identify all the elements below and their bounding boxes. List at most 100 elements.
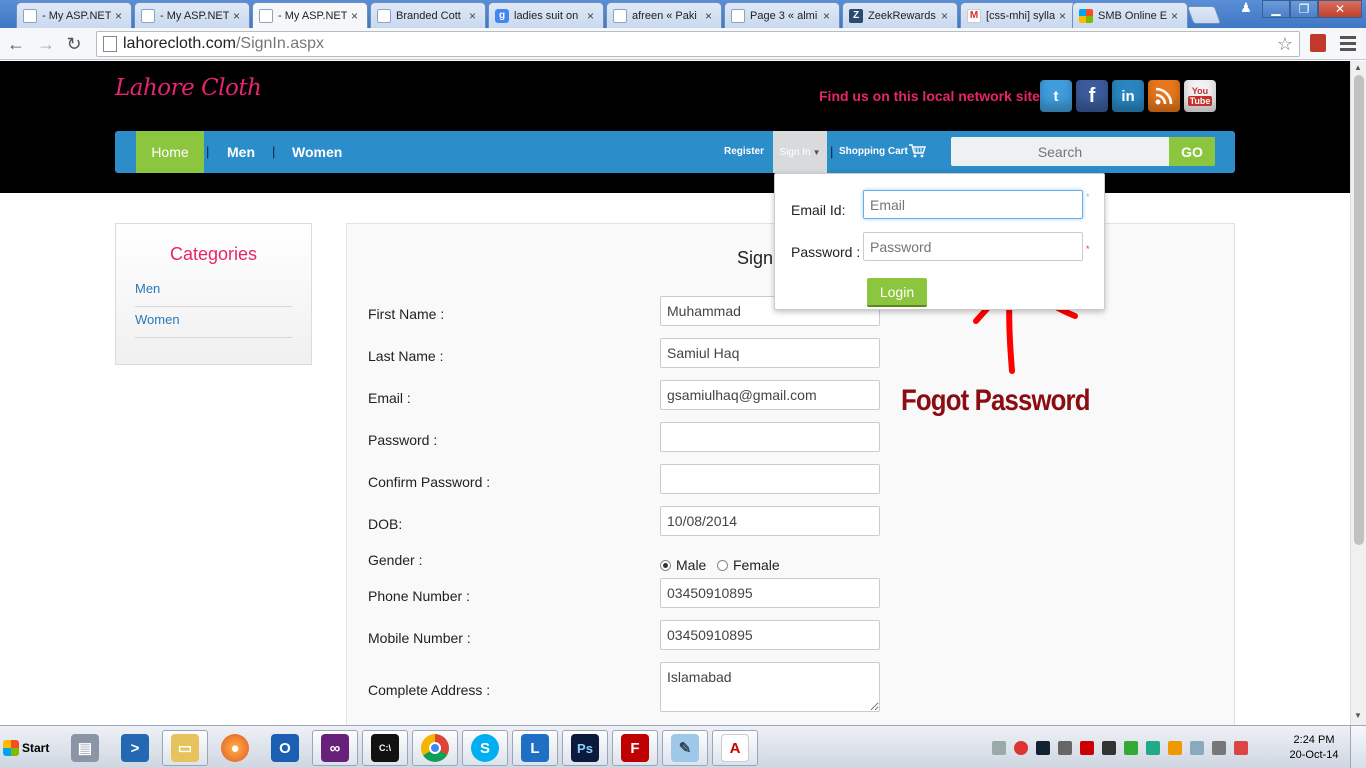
- cart-icon[interactable]: [908, 143, 926, 163]
- mobile-field[interactable]: [660, 620, 880, 650]
- cloud-icon[interactable]: [992, 741, 1006, 755]
- gender-female-radio[interactable]: [717, 560, 728, 571]
- page-scrollbar[interactable]: ▲ ▼: [1350, 61, 1366, 725]
- server-manager-icon[interactable]: ▤: [62, 730, 108, 766]
- close-icon[interactable]: ×: [705, 9, 715, 23]
- user-icon[interactable]: ♟: [1236, 0, 1256, 18]
- network-icon[interactable]: [1190, 741, 1204, 755]
- popup-password-input[interactable]: [863, 232, 1083, 261]
- browser-tab[interactable]: g ladies suit on ×: [488, 2, 604, 28]
- nav-men[interactable]: Men: [227, 144, 255, 160]
- acrobat-tray-icon[interactable]: [1080, 741, 1094, 755]
- site-logo[interactable]: Lahore Cloth: [115, 75, 262, 101]
- address-bar[interactable]: lahorecloth.com/SignIn.aspx ☆: [96, 31, 1300, 57]
- close-icon[interactable]: ×: [115, 9, 125, 23]
- back-icon[interactable]: ←: [4, 32, 28, 56]
- restore-icon[interactable]: ❐: [1290, 0, 1318, 18]
- sql-icon[interactable]: [1102, 741, 1116, 755]
- caret-down-icon: ▼: [812, 147, 821, 157]
- popup-email-input[interactable]: [863, 190, 1083, 219]
- confirm-password-label: Confirm Password :: [368, 474, 491, 490]
- checkmark-icon[interactable]: [1124, 741, 1138, 755]
- close-icon[interactable]: ×: [587, 9, 597, 23]
- category-link-men[interactable]: Men: [135, 277, 292, 307]
- password-field[interactable]: [660, 422, 880, 452]
- skype-icon[interactable]: S: [462, 730, 508, 766]
- browser-tab[interactable]: - My ASP.NET ×: [134, 2, 250, 28]
- login-button[interactable]: Login: [867, 278, 927, 307]
- browser-tab[interactable]: SMB Online E ×: [1072, 2, 1188, 28]
- browser-tab[interactable]: Branded Cott ×: [370, 2, 486, 28]
- clock[interactable]: 2:24 PM 20-Oct-14: [1286, 733, 1342, 763]
- search-go-button[interactable]: GO: [1169, 137, 1215, 166]
- file-explorer-icon[interactable]: ▭: [162, 730, 208, 766]
- close-icon[interactable]: ×: [469, 9, 479, 23]
- lync-icon[interactable]: L: [512, 730, 558, 766]
- window-close-icon[interactable]: ✕: [1318, 0, 1362, 18]
- mobile-label: Mobile Number :: [368, 630, 471, 646]
- firefox-icon[interactable]: ●: [212, 730, 258, 766]
- rss-icon[interactable]: [1148, 80, 1180, 112]
- browser-tab[interactable]: afreen « Paki ×: [606, 2, 722, 28]
- bookmark-star-icon[interactable]: ☆: [1277, 34, 1293, 55]
- notepad-icon[interactable]: ✎: [662, 730, 708, 766]
- search-input[interactable]: [951, 137, 1169, 166]
- reload-icon[interactable]: ↻: [62, 32, 86, 56]
- close-icon[interactable]: ×: [233, 9, 243, 23]
- browser-tab[interactable]: Z ZeekRewards ×: [842, 2, 958, 28]
- close-icon[interactable]: ×: [1171, 9, 1181, 23]
- chrome-icon[interactable]: [412, 730, 458, 766]
- volume-icon[interactable]: [1212, 741, 1226, 755]
- phone-field[interactable]: [660, 578, 880, 608]
- nav-home[interactable]: Home: [136, 131, 204, 173]
- outlook-icon[interactable]: O: [262, 730, 308, 766]
- forward-icon[interactable]: →: [34, 32, 58, 56]
- command-prompt-icon[interactable]: C:\: [362, 730, 408, 766]
- address-field[interactable]: Islamabad: [660, 662, 880, 712]
- last-name-field[interactable]: [660, 338, 880, 368]
- youtube-icon[interactable]: You Tube: [1184, 80, 1216, 112]
- extension-icon[interactable]: [1310, 34, 1326, 52]
- twitter-icon[interactable]: t: [1040, 80, 1072, 112]
- start-button[interactable]: Start: [3, 736, 53, 760]
- nav-sign-in[interactable]: Sign In ▼: [773, 131, 827, 173]
- visual-studio-icon[interactable]: ∞: [312, 730, 358, 766]
- close-icon[interactable]: ×: [823, 9, 833, 23]
- powershell-icon[interactable]: >: [112, 730, 158, 766]
- menu-icon[interactable]: [1340, 36, 1356, 54]
- dob-field[interactable]: [660, 506, 880, 536]
- nav-women[interactable]: Women: [292, 144, 342, 160]
- linkedin-icon[interactable]: in: [1112, 80, 1144, 112]
- close-icon[interactable]: ×: [1059, 9, 1069, 23]
- scroll-up-icon[interactable]: ▲: [1354, 63, 1362, 72]
- close-icon[interactable]: ×: [941, 9, 951, 23]
- printer-icon[interactable]: [1058, 741, 1072, 755]
- scrollbar-thumb[interactable]: [1354, 75, 1364, 545]
- category-link-women[interactable]: Women: [135, 308, 292, 338]
- confirm-password-field[interactable]: [660, 464, 880, 494]
- scroll-down-icon[interactable]: ▼: [1354, 711, 1362, 720]
- email-field[interactable]: [660, 380, 880, 410]
- update-icon[interactable]: [1168, 741, 1182, 755]
- browser-tab[interactable]: - My ASP.NET ×: [16, 2, 132, 28]
- minimize-icon[interactable]: ▁: [1262, 0, 1290, 18]
- security-icon[interactable]: [1014, 741, 1028, 755]
- download-icon[interactable]: [1146, 741, 1160, 755]
- browser-tab-active[interactable]: - My ASP.NET ×: [252, 2, 368, 29]
- filezilla-icon[interactable]: F: [612, 730, 658, 766]
- acrobat-icon[interactable]: A: [712, 730, 758, 766]
- photoshop-icon[interactable]: Ps: [562, 730, 608, 766]
- gender-male-radio[interactable]: [660, 560, 671, 571]
- facebook-icon[interactable]: f: [1076, 80, 1108, 112]
- monitor-icon[interactable]: [1036, 741, 1050, 755]
- browser-tab[interactable]: M [css-mhi] sylla ×: [960, 2, 1076, 28]
- action-center-icon[interactable]: [1234, 741, 1248, 755]
- nav-shopping-cart[interactable]: Shopping Cart: [839, 146, 908, 157]
- new-tab-button[interactable]: [1186, 6, 1222, 24]
- nav-register[interactable]: Register: [724, 146, 764, 157]
- categories-panel: Categories Men Women: [115, 223, 312, 365]
- browser-tab[interactable]: Page 3 « almi ×: [724, 2, 840, 28]
- show-desktop-button[interactable]: [1350, 726, 1366, 768]
- clock-time: 2:24 PM: [1293, 734, 1335, 746]
- close-icon[interactable]: ×: [351, 9, 361, 23]
